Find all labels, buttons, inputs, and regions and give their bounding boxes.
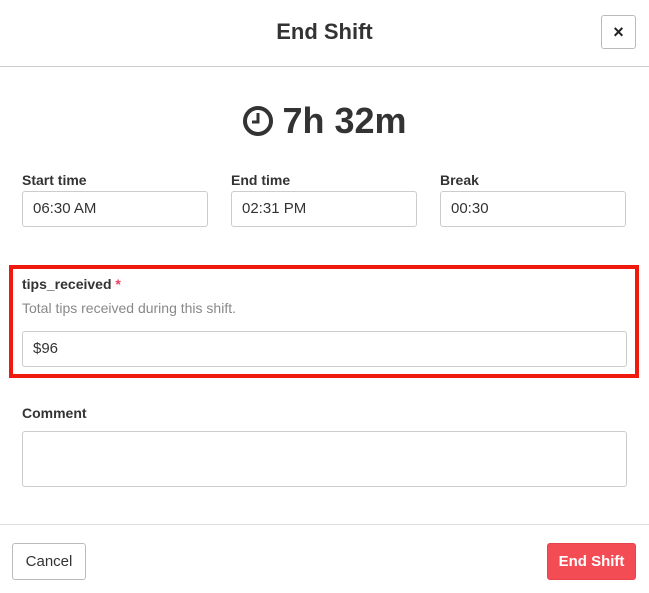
tips-input[interactable]: $96 <box>22 331 627 367</box>
end-shift-button[interactable]: End Shift <box>547 543 636 580</box>
modal-header: End Shift × <box>0 0 649 67</box>
shift-duration: 7h 32m <box>0 100 649 142</box>
start-time-input[interactable]: 06:30 AM <box>22 191 208 227</box>
end-time-label: End time <box>231 172 291 188</box>
break-label: Break <box>440 172 479 188</box>
end-time-input[interactable]: 02:31 PM <box>231 191 417 227</box>
tips-help-text: Total tips received during this shift. <box>22 300 236 316</box>
duration-text: 7h 32m <box>282 100 407 141</box>
tips-label: tips_received * <box>22 276 121 292</box>
break-input[interactable]: 00:30 <box>440 191 626 227</box>
clock-icon <box>243 106 274 136</box>
comment-textarea[interactable] <box>22 431 627 487</box>
start-time-label: Start time <box>22 172 87 188</box>
comment-label: Comment <box>22 405 87 421</box>
modal-title: End Shift <box>276 19 373 44</box>
close-button[interactable]: × <box>601 15 636 49</box>
tips-label-text: tips_received <box>22 276 112 292</box>
required-marker: * <box>115 276 121 292</box>
cancel-button[interactable]: Cancel <box>12 543 86 580</box>
footer-divider <box>0 524 649 525</box>
